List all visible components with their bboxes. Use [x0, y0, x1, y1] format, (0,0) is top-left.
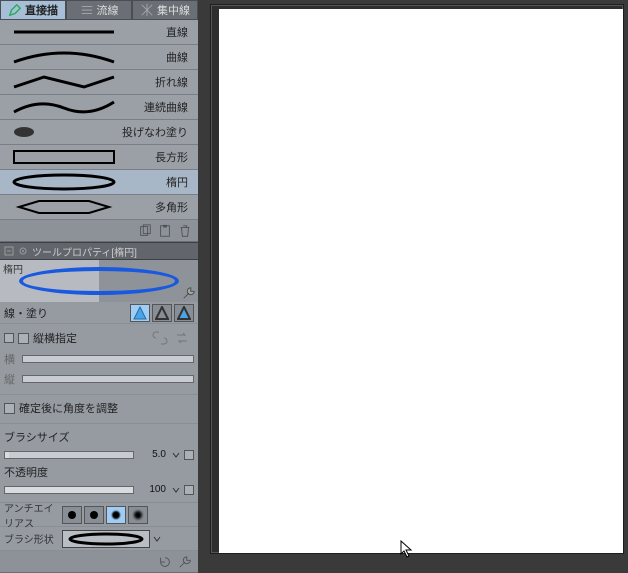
chevron-down-icon[interactable] — [152, 534, 162, 544]
canvas[interactable] — [219, 9, 623, 553]
brush-shape-preview[interactable] — [62, 530, 150, 548]
line-icon — [6, 23, 121, 41]
antialias-none[interactable] — [62, 506, 82, 524]
width-slider — [22, 355, 194, 363]
reset-icon[interactable] — [158, 555, 172, 569]
tool-label: 曲線 — [121, 49, 194, 65]
polygon-icon — [6, 198, 121, 216]
subtool-actions — [0, 220, 198, 242]
tab-label: 直接描 — [25, 2, 58, 18]
tool-label: 折れ線 — [121, 74, 194, 90]
tool-line[interactable]: 直線 — [0, 20, 198, 45]
antialias-label: アンチエイリアス — [4, 500, 62, 530]
tool-label: 楕円 — [121, 174, 194, 190]
brush-shape-label: ブラシ形状 — [4, 531, 62, 546]
line-fill-row: 線・塗り — [0, 302, 198, 324]
tool-rectangle[interactable]: 長方形 — [0, 145, 198, 170]
antialias-medium[interactable] — [106, 506, 126, 524]
tab-stream-lines[interactable]: 流線 — [66, 0, 132, 20]
height-slider — [22, 375, 194, 383]
tool-lasso-fill[interactable]: 投げなわ塗り — [0, 120, 198, 145]
copy-icon[interactable] — [138, 224, 152, 238]
line-fill-label: 線・塗り — [4, 305, 130, 321]
tab-label: 流線 — [97, 2, 119, 18]
tab-direct-draw[interactable]: 直接描 — [0, 0, 66, 20]
width-label: 横 — [4, 351, 18, 367]
property-header-label: ツールプロパティ[楕円] — [32, 244, 137, 259]
ellipse-icon — [6, 173, 121, 191]
burst-icon — [140, 3, 154, 17]
tool-property-header: ツールプロパティ[楕円] — [0, 242, 198, 260]
fix-angle-checkbox[interactable] — [4, 403, 15, 414]
polyline-icon — [6, 73, 121, 91]
opacity-label: 不透明度 — [4, 464, 48, 480]
clipboard-icon[interactable] — [158, 224, 172, 238]
collapse-icon — [4, 246, 14, 256]
cursor-icon — [400, 540, 414, 558]
swap-icon[interactable] — [174, 331, 190, 345]
brush-size-dynamics[interactable] — [184, 450, 194, 460]
tool-label: 連続曲線 — [121, 99, 194, 115]
brush-size-value[interactable]: 5.0 — [138, 449, 168, 460]
antialias-strong[interactable] — [128, 506, 148, 524]
brush-size-slider[interactable] — [4, 451, 134, 459]
chevron-down-icon[interactable] — [172, 450, 180, 460]
opacity-value[interactable]: 100 — [138, 484, 168, 495]
link-icon[interactable] — [152, 331, 168, 345]
fill-mode-both[interactable] — [174, 304, 194, 322]
pencil-icon — [8, 3, 22, 17]
brush-size-label: ブラシサイズ — [4, 429, 69, 445]
tab-label: 集中線 — [157, 2, 190, 18]
tool-curve[interactable]: 曲線 — [0, 45, 198, 70]
tool-label: 長方形 — [121, 149, 194, 165]
canvas-frame — [210, 4, 624, 554]
tool-label: 投げなわ塗り — [121, 124, 194, 140]
wrench-icon[interactable] — [178, 555, 192, 569]
curve-icon — [6, 48, 121, 66]
trash-icon[interactable] — [178, 224, 192, 238]
antialias-row: アンチエイリアス — [0, 503, 198, 527]
tool-category-tabs: 直接描 流線 集中線 — [0, 0, 198, 20]
antialias-weak[interactable] — [84, 506, 104, 524]
opacity-dynamics[interactable] — [184, 485, 194, 495]
tool-label: 直線 — [121, 24, 194, 40]
wrench-icon[interactable] — [182, 286, 196, 300]
opacity-slider[interactable] — [4, 486, 134, 494]
continuous-curve-icon — [6, 98, 121, 116]
subtool-list: 直線 曲線 折れ線 連続曲線 投げなわ塗り 長方形 楕円 多角形 — [0, 20, 198, 220]
tool-polyline[interactable]: 折れ線 — [0, 70, 198, 95]
aspect-lock-checkbox[interactable] — [18, 333, 29, 344]
lasso-icon — [6, 123, 121, 141]
property-footer-actions — [0, 551, 198, 573]
gear-icon[interactable] — [18, 246, 28, 256]
fill-mode-stroke[interactable] — [152, 304, 172, 322]
tool-polygon[interactable]: 多角形 — [0, 195, 198, 220]
tool-continuous-curve[interactable]: 連続曲線 — [0, 95, 198, 120]
aspect-lock-label: 縦横指定 — [33, 330, 77, 346]
preview-ellipse-icon — [19, 267, 179, 295]
rectangle-icon — [6, 148, 121, 166]
preview-title: 楕円 — [3, 261, 23, 276]
chevron-down-icon[interactable] — [172, 485, 180, 495]
fill-mode-outline[interactable] — [130, 304, 150, 322]
expander[interactable] — [4, 333, 14, 343]
stream-icon — [80, 3, 94, 17]
fix-angle-label: 確定後に角度を調整 — [19, 400, 118, 416]
height-label: 縦 — [4, 371, 18, 387]
tab-focus-lines[interactable]: 集中線 — [132, 0, 198, 20]
tool-preview: 楕円 — [0, 260, 198, 302]
tool-ellipse[interactable]: 楕円 — [0, 170, 198, 195]
brush-shape-row: ブラシ形状 — [0, 527, 198, 551]
tool-label: 多角形 — [121, 199, 194, 215]
